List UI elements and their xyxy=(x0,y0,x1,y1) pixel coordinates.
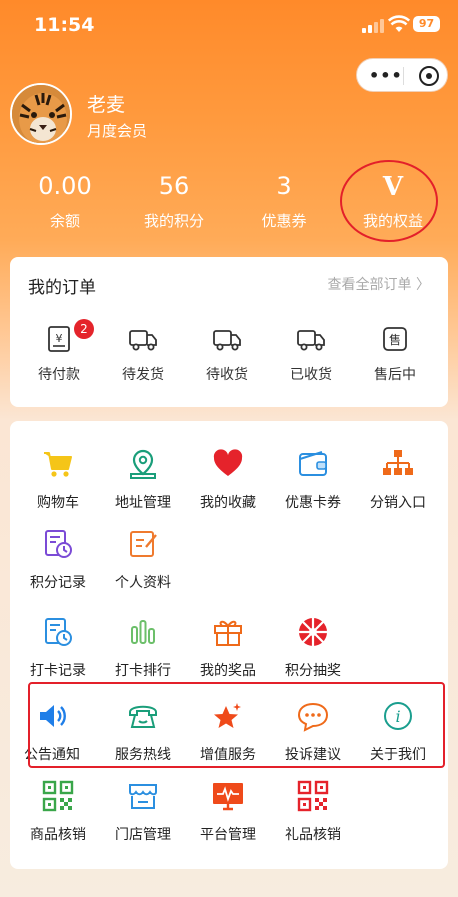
svg-text:¥: ¥ xyxy=(56,332,63,345)
service-label: 打卡记录 xyxy=(30,663,86,679)
service-label: 礼品核销 xyxy=(285,827,341,843)
svg-text:售: 售 xyxy=(389,332,401,347)
truck-icon xyxy=(129,330,157,351)
stat-value: 56 xyxy=(158,172,190,200)
membership-level: 月度会员 xyxy=(87,122,148,140)
stat-balance[interactable]: 0.00 余额 xyxy=(15,172,115,231)
service-lottery[interactable]: 积分抽奖 xyxy=(273,615,353,680)
location-pin-icon xyxy=(130,449,156,479)
order-label: 已收货 xyxy=(290,367,332,383)
order-to-receive[interactable]: 待收货 xyxy=(192,323,262,384)
bar-chart-icon xyxy=(131,620,155,644)
service-points-record[interactable]: 积分记录 xyxy=(18,527,98,592)
orders-title: 我的订单 xyxy=(28,278,96,298)
doc-clock-icon xyxy=(45,618,72,646)
signal-icon xyxy=(362,19,384,33)
view-all-orders-link[interactable]: 查看全部订单 〉 xyxy=(328,274,430,294)
service-label: 个人资料 xyxy=(115,575,171,591)
stat-label: 优惠券 xyxy=(261,212,307,230)
order-label: 待收货 xyxy=(206,367,248,383)
service-label: 积分抽奖 xyxy=(285,663,341,679)
stat-value: 3 xyxy=(276,172,292,200)
order-to-ship[interactable]: 待发货 xyxy=(108,323,178,384)
services-card: 购物车 地址管理 我的收藏 优惠卡券 分销入口 积分记录 个人资料 打卡记录 打… xyxy=(10,421,448,869)
wallet-icon xyxy=(299,451,327,476)
service-label: 优惠卡券 xyxy=(285,495,341,511)
truck-icon xyxy=(213,330,241,351)
order-label: 售后中 xyxy=(374,367,416,383)
service-label: 我的收藏 xyxy=(200,495,256,511)
highlight-circle xyxy=(340,160,438,242)
edit-doc-icon xyxy=(130,531,157,557)
service-favorites[interactable]: 我的收藏 xyxy=(188,447,268,512)
service-gift-verify[interactable]: 礼品核销 xyxy=(273,779,353,844)
battery-icon: 97 xyxy=(413,16,440,32)
service-profile[interactable]: 个人资料 xyxy=(103,527,183,592)
service-checkin-rank[interactable]: 打卡排行 xyxy=(103,615,183,680)
monitor-icon xyxy=(213,783,243,811)
service-checkin-record[interactable]: 打卡记录 xyxy=(18,615,98,680)
orders-card: 我的订单 查看全部订单 〉 ¥ 待付款 2 待发货 待收货 已收货 售 售后中 xyxy=(10,257,448,407)
service-distribution[interactable]: 分销入口 xyxy=(358,447,438,512)
pending-count-badge: 2 xyxy=(74,319,94,339)
qr-code-icon xyxy=(42,780,74,812)
service-cart[interactable]: 购物车 xyxy=(18,447,98,512)
service-label: 商品核销 xyxy=(30,827,86,843)
service-label: 分销入口 xyxy=(370,495,426,511)
order-label: 待付款 xyxy=(38,367,80,383)
doc-clock-icon xyxy=(45,530,72,558)
after-sale-icon: 售 xyxy=(383,327,407,351)
service-label: 积分记录 xyxy=(30,575,86,591)
service-address[interactable]: 地址管理 xyxy=(103,447,183,512)
miniprogram-capsule[interactable]: ••• xyxy=(356,58,448,92)
stat-points[interactable]: 56 我的积分 xyxy=(124,172,224,231)
lottery-wheel-icon xyxy=(299,618,327,646)
avatar[interactable] xyxy=(10,83,72,145)
status-bar: 11:54 97 xyxy=(0,0,458,48)
stat-coupons[interactable]: 3 优惠券 xyxy=(234,172,334,231)
order-after-sale[interactable]: 售 售后中 xyxy=(360,323,430,384)
receipt-yen-icon: ¥ xyxy=(48,326,70,352)
stat-label: 我的积分 xyxy=(143,212,204,230)
wifi-icon xyxy=(388,15,410,32)
qr-code-icon xyxy=(297,780,329,812)
user-name: 老麦 xyxy=(87,94,126,116)
org-chart-icon xyxy=(383,450,413,475)
more-dots-icon[interactable]: ••• xyxy=(369,66,403,85)
highlight-box xyxy=(28,682,445,768)
service-platform-management[interactable]: 平台管理 xyxy=(188,779,268,844)
heart-icon xyxy=(213,449,243,476)
service-label: 我的奖品 xyxy=(200,663,256,679)
service-store-management[interactable]: 门店管理 xyxy=(103,779,183,844)
capsule-divider xyxy=(403,67,404,85)
truck-icon xyxy=(297,330,325,351)
service-prizes[interactable]: 我的奖品 xyxy=(188,615,268,680)
service-label: 打卡排行 xyxy=(115,663,171,679)
store-icon xyxy=(129,784,157,809)
service-label: 平台管理 xyxy=(200,827,256,843)
gift-icon xyxy=(214,620,242,646)
stat-value: 0.00 xyxy=(38,172,92,200)
clock: 11:54 xyxy=(34,14,95,36)
service-label: 购物车 xyxy=(37,495,79,511)
cart-icon xyxy=(44,452,72,477)
service-label: 门店管理 xyxy=(115,827,171,843)
order-label: 待发货 xyxy=(122,367,164,383)
service-label: 地址管理 xyxy=(115,495,171,511)
service-coupons[interactable]: 优惠卡券 xyxy=(273,447,353,512)
order-received[interactable]: 已收货 xyxy=(276,323,346,384)
stat-label: 余额 xyxy=(49,212,80,230)
tiger-avatar-icon xyxy=(12,85,70,143)
service-product-verify[interactable]: 商品核销 xyxy=(18,779,98,844)
close-target-icon[interactable] xyxy=(419,66,439,86)
